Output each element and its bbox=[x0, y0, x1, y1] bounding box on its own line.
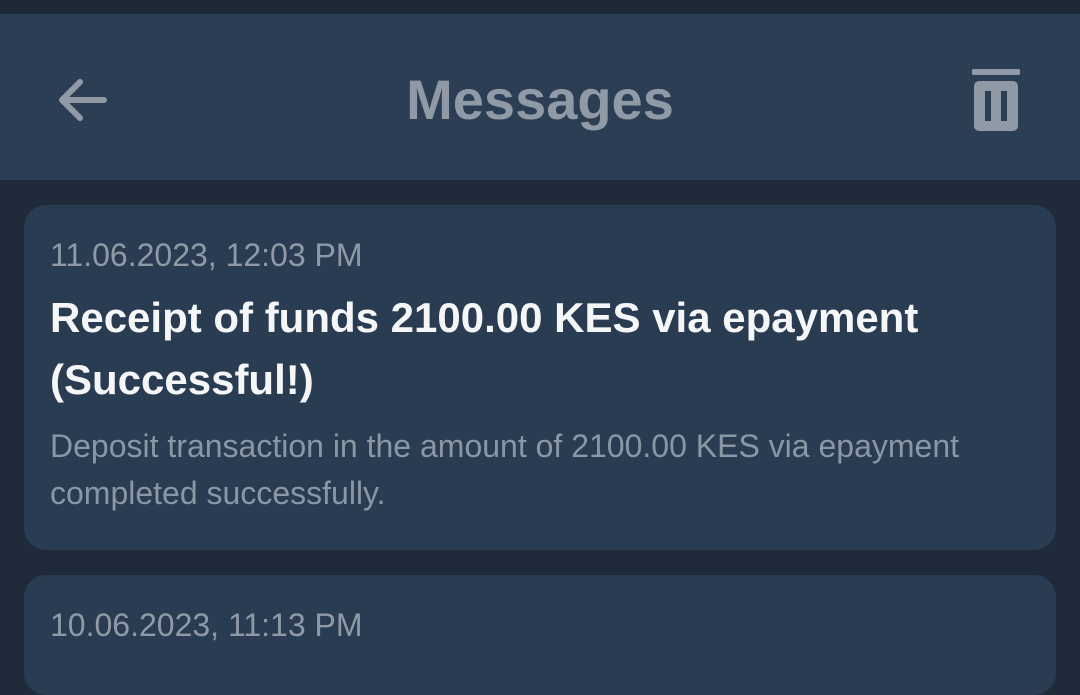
messages-list: 11.06.2023, 12:03 PM Receipt of funds 21… bbox=[0, 180, 1080, 695]
message-title: Receipt of funds 2100.00 KES via epaymen… bbox=[50, 294, 919, 403]
app-bar: Messages bbox=[0, 14, 1080, 180]
message-card[interactable]: 10.06.2023, 11:13 PM bbox=[24, 575, 1056, 695]
message-date: 11.06.2023, 12:03 PM bbox=[50, 237, 363, 273]
message-body: Deposit transaction in the amount of 210… bbox=[50, 428, 959, 511]
trash-icon bbox=[972, 69, 1020, 131]
message-date: 10.06.2023, 11:13 PM bbox=[50, 607, 363, 643]
message-card[interactable]: 11.06.2023, 12:03 PM Receipt of funds 21… bbox=[24, 205, 1056, 550]
page-title: Messages bbox=[406, 68, 674, 131]
delete-all-button[interactable] bbox=[960, 64, 1032, 136]
status-bar bbox=[0, 0, 1080, 14]
